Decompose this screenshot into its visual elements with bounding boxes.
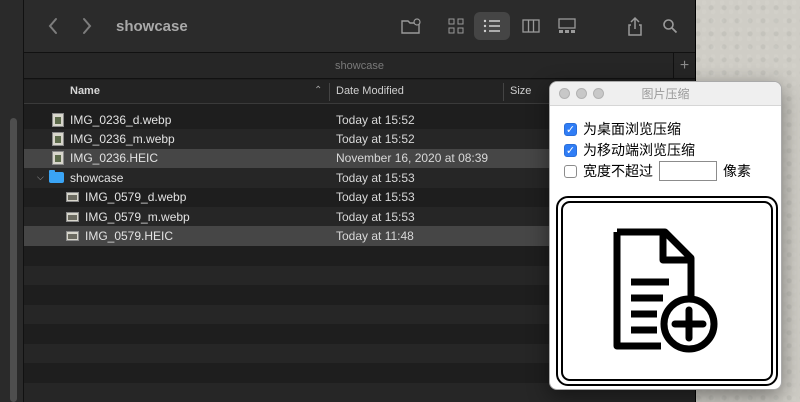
sort-ascending-icon: ⌃ <box>314 85 323 96</box>
width-limit-checkbox[interactable] <box>564 164 577 178</box>
desktop-compress-option[interactable]: ✓ 为桌面浏览压缩 <box>564 119 681 139</box>
tab-showcase[interactable]: showcase <box>335 60 384 72</box>
width-limit-option: 宽度不超过 像素 <box>564 161 751 181</box>
file-name: IMG_0579_d.webp <box>85 190 187 205</box>
width-limit-input[interactable] <box>659 161 717 181</box>
desktop-compress-label: 为桌面浏览压缩 <box>583 122 681 138</box>
plus-icon: + <box>679 56 690 74</box>
width-limit-unit: 像素 <box>723 164 751 180</box>
column-size-header[interactable]: Size <box>510 85 531 97</box>
compressor-titlebar[interactable]: 图片压缩 <box>550 82 781 106</box>
search-button[interactable] <box>652 12 688 40</box>
image-file-icon <box>66 192 79 203</box>
column-divider[interactable] <box>503 83 504 101</box>
list-icon <box>483 19 500 33</box>
file-name: IMG_0236_m.webp <box>70 132 175 147</box>
chevron-right-icon <box>83 18 92 34</box>
width-limit-prefix: 宽度不超过 <box>583 164 653 180</box>
search-icon <box>663 19 678 34</box>
column-date-header[interactable]: Date Modified <box>336 85 404 97</box>
image-compressor-window: 图片压缩 ✓ 为桌面浏览压缩 ✓ 为移动端浏览压缩 宽度不超过 像素 <box>549 81 782 390</box>
finder-toolbar: showcase <box>24 0 695 52</box>
image-file-icon <box>52 112 64 127</box>
image-file-icon <box>52 132 64 147</box>
chevron-left-icon <box>48 18 57 34</box>
compressor-title: 图片压缩 <box>641 87 690 101</box>
file-name: IMG_0579.HEIC <box>85 229 174 244</box>
folder-icon <box>49 170 64 184</box>
sidebar-edge <box>0 0 24 402</box>
mobile-compress-checkbox[interactable]: ✓ <box>564 143 577 157</box>
window-title: showcase <box>116 17 188 35</box>
list-view-button[interactable] <box>474 12 510 40</box>
gallery-view-button[interactable] <box>549 12 585 40</box>
file-date: Today at 15:52 <box>336 112 415 127</box>
file-name: IMG_0579_m.webp <box>85 209 190 224</box>
disclosure-triangle-icon[interactable]: ⌵ <box>37 172 49 183</box>
mobile-compress-option[interactable]: ✓ 为移动端浏览压缩 <box>564 140 695 160</box>
icon-view-button[interactable] <box>438 12 474 40</box>
file-date: Today at 15:53 <box>336 190 415 205</box>
tab-bar: showcase + <box>24 52 695 79</box>
back-button[interactable] <box>38 11 68 41</box>
folder-name: showcase <box>70 170 124 185</box>
gallery-icon <box>558 18 576 33</box>
file-drop-zone[interactable] <box>556 196 778 386</box>
image-file-icon <box>52 151 64 166</box>
image-file-icon <box>66 211 79 222</box>
column-divider[interactable] <box>329 83 330 101</box>
columns-icon <box>522 19 540 33</box>
file-date: Today at 15:53 <box>336 170 415 185</box>
file-date: Today at 11:48 <box>336 229 414 244</box>
column-name-header[interactable]: Name <box>70 85 100 97</box>
folder-badge-icon <box>401 18 421 34</box>
image-file-icon <box>66 231 79 242</box>
share-icon <box>628 16 642 36</box>
grid-icon <box>448 18 464 34</box>
file-name: IMG_0236_d.webp <box>70 112 172 127</box>
file-date: November 16, 2020 at 08:39 <box>336 151 489 166</box>
new-folder-button[interactable] <box>393 12 429 40</box>
file-date: Today at 15:53 <box>336 209 415 224</box>
mobile-compress-label: 为移动端浏览压缩 <box>583 143 695 159</box>
desktop-compress-checkbox[interactable]: ✓ <box>564 122 577 136</box>
forward-button[interactable] <box>72 11 102 41</box>
share-button[interactable] <box>617 12 653 40</box>
file-name: IMG_0236.HEIC <box>70 151 159 166</box>
new-tab-button[interactable]: + <box>673 53 695 78</box>
file-date: Today at 15:52 <box>336 132 415 147</box>
column-view-button[interactable] <box>513 12 549 40</box>
sidebar-scrollbar[interactable] <box>10 118 17 402</box>
add-document-icon <box>613 228 718 353</box>
